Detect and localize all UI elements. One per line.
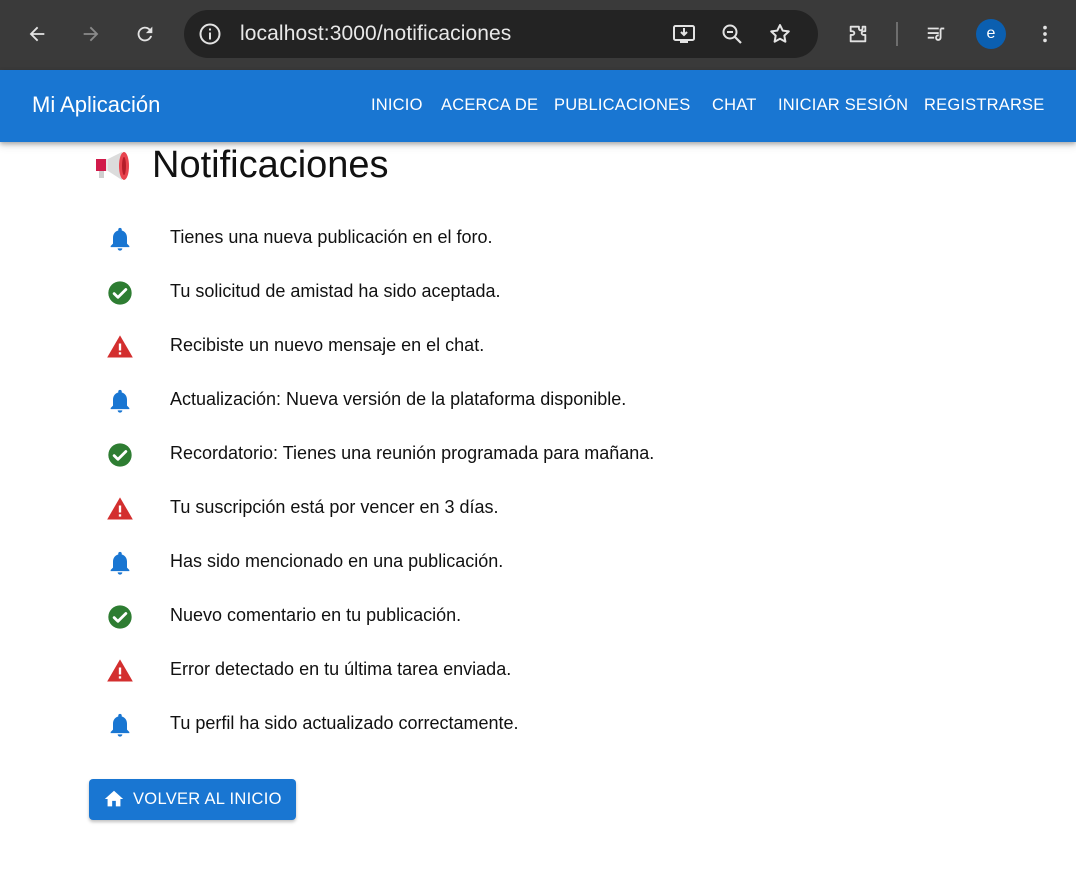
notification-item: Tu perfil ha sido actualizado correctame… [0,697,900,751]
notification-item: Error detectado en tu última tarea envia… [0,643,900,697]
notification-item: Has sido mencionado en una publicación. [0,535,900,589]
reload-icon [137,26,153,42]
nav-link-chat[interactable]: CHAT [712,96,757,115]
warning-triangle-icon [107,497,133,520]
nav-link-inicio[interactable]: INICIO [371,96,423,115]
notification-item: Nuevo comentario en tu publicación. [0,589,900,643]
warning-triangle-icon [107,335,133,358]
browser-toolbar: localhost:3000/notificaciones e [0,0,1076,70]
check-circle-icon [108,443,132,467]
bell-icon [110,389,130,413]
back-to-home-button[interactable]: VOLVER AL INICIO [89,779,296,820]
page-title: Notificaciones [152,144,389,186]
notification-text: Actualización: Nueva versión de la plata… [170,389,627,409]
puzzle-icon [849,25,867,43]
back-button-label: VOLVER AL INICIO [133,790,282,808]
notification-text: Tienes una nueva publicación en el foro. [170,227,493,247]
address-bar[interactable]: localhost:3000/notificaciones [184,10,818,58]
app-bar: Mi Aplicación INICIO ACERCA DE PUBLICACI… [0,70,1076,142]
app-brand[interactable]: Mi Aplicación [32,92,160,118]
bell-icon [110,713,130,737]
notification-text: Recibiste un nuevo mensaje en el chat. [170,335,485,355]
back-nav-button[interactable] [21,18,53,50]
site-info-icon[interactable] [198,22,222,46]
url-text[interactable]: localhost:3000/notificaciones [240,22,511,46]
zoom-icon[interactable] [720,22,744,46]
arrow-right-icon [83,26,99,42]
queue-music-icon [927,27,945,41]
media-button[interactable] [920,18,952,50]
browser-menu-button[interactable] [1029,18,1061,50]
notification-item: Recibiste un nuevo mensaje en el chat. [0,319,900,373]
extensions-button[interactable] [842,18,874,50]
check-circle-icon [108,281,132,305]
notification-item: Recordatorio: Tienes una reunión program… [0,427,900,481]
notification-item: Tienes una nueva publicación en el foro. [0,211,900,265]
nav-link-registrarse[interactable]: REGISTRARSE [924,96,1044,115]
reload-button[interactable] [129,18,161,50]
nav-link-iniciar-sesion[interactable]: INICIAR SESIÓN [778,96,908,115]
notification-item: Actualización: Nueva versión de la plata… [0,373,900,427]
install-app-icon[interactable] [672,22,696,46]
nav-link-publicaciones[interactable]: PUBLICACIONES [554,96,690,115]
notification-text: Tu solicitud de amistad ha sido aceptada… [170,281,501,301]
notification-text: Nuevo comentario en tu publicación. [170,605,462,625]
nav-link-acerca-de[interactable]: ACERCA DE [441,96,538,115]
notification-text: Tu suscripción está por vencer en 3 días… [170,497,499,517]
megaphone-icon [96,152,129,180]
profile-avatar[interactable]: e [976,19,1006,49]
notification-text: Has sido mencionado en una publicación. [170,551,504,571]
home-icon [104,790,124,807]
notification-text: Error detectado en tu última tarea envia… [170,659,512,679]
notification-item: Tu solicitud de amistad ha sido aceptada… [0,265,900,319]
notification-text: Recordatorio: Tienes una reunión program… [170,443,655,463]
bell-icon [110,227,130,251]
bookmark-star-icon[interactable] [768,22,792,46]
forward-nav-button[interactable] [75,18,107,50]
check-circle-icon [108,605,132,629]
notification-text: Tu perfil ha sido actualizado correctame… [170,713,519,733]
arrow-left-icon [29,26,45,42]
bell-icon [110,551,130,575]
notification-item: Tu suscripción está por vencer en 3 días… [0,481,900,535]
warning-triangle-icon [107,659,133,682]
profile-initial: e [986,25,996,42]
toolbar-separator [896,22,898,46]
more-vert-icon [1043,25,1047,43]
